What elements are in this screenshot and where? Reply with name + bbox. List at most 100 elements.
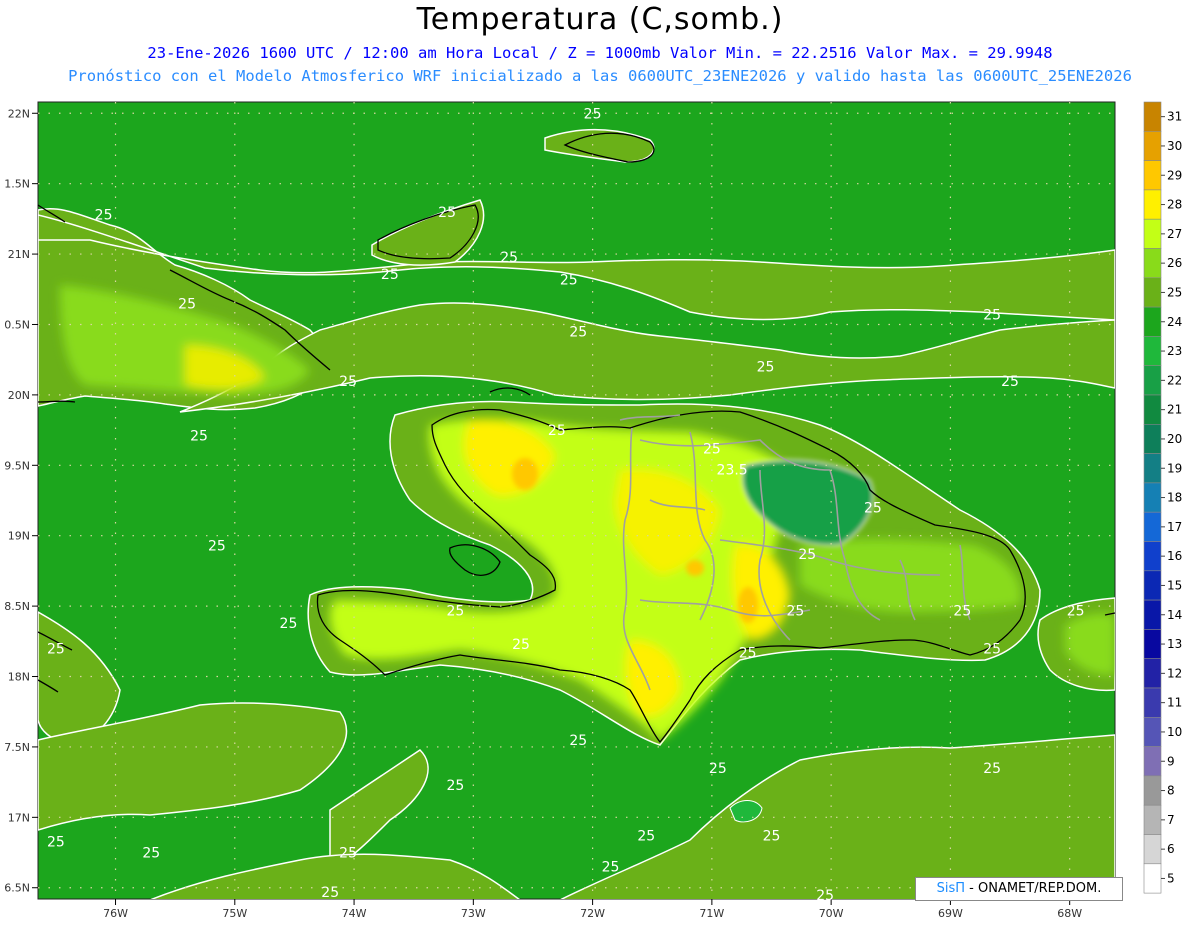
hot-spot-central-valley	[738, 587, 758, 623]
lon-tick-label: 73W	[461, 907, 486, 920]
colorbar-label: 8	[1167, 784, 1175, 798]
colorbar-cell	[1143, 453, 1162, 484]
lat-tick-label: 7.5N	[4, 741, 30, 754]
contour-label: 25	[280, 616, 298, 632]
colorbar-label: 5	[1167, 871, 1175, 885]
lon-tick-label: 68W	[1057, 907, 1082, 920]
colorbar-label: 27	[1167, 227, 1182, 241]
lat-tick-label: 9.5N	[4, 459, 30, 472]
lat-tick-label: 0.5N	[4, 318, 30, 331]
colorbar-cell	[1143, 804, 1162, 835]
lat-tick-label: 20N	[8, 389, 30, 402]
contour-label: 25	[447, 603, 465, 619]
contour-label: 25	[637, 829, 655, 845]
colorbar-cell	[1143, 775, 1162, 806]
contour-label: 25	[339, 374, 357, 390]
contour-label: 25	[47, 641, 65, 657]
colorbar-cell	[1143, 599, 1162, 630]
colorbar-cell	[1143, 423, 1162, 454]
contour-label: 25	[709, 761, 727, 777]
colorbar-label: 9	[1167, 754, 1175, 768]
colorbar-cell	[1143, 277, 1162, 308]
colorbar-label: 31	[1167, 110, 1182, 124]
contour-label: 25	[548, 423, 566, 439]
colorbar-cell	[1143, 131, 1162, 161]
colorbar-cell	[1143, 218, 1162, 249]
colorbar-label: 19	[1167, 461, 1182, 475]
colorbar-label: 20	[1167, 432, 1182, 446]
colorbar-cell	[1143, 746, 1162, 777]
colorbar-cell	[1143, 482, 1162, 513]
colorbar-cell	[1143, 658, 1162, 689]
lat-tick-label: 22N	[8, 107, 30, 120]
lat-tick-label: 21N	[8, 248, 30, 261]
colorbar-label: 24	[1167, 315, 1182, 329]
contour-label: 25	[816, 888, 834, 904]
contour-label: 25	[208, 539, 226, 555]
contour-label: 25	[560, 272, 578, 288]
contour-label: 25	[983, 761, 1001, 777]
colorbar-cell	[1143, 189, 1162, 220]
colorbar-cell	[1143, 365, 1162, 396]
colorbar-label: 12	[1167, 666, 1182, 680]
credit-text: - ONAMET/REP.DOM.	[965, 881, 1102, 896]
colorbar-cell	[1143, 306, 1162, 337]
colorbar-label: 17	[1167, 520, 1182, 534]
contour-label: 25	[602, 860, 620, 876]
colorbar-label: 30	[1167, 139, 1182, 153]
longitude-labels: 76W 75W 74W 73W 72W 71W 70W 69W 68W	[103, 907, 1082, 920]
colorbar-cell	[1143, 511, 1162, 542]
contour-label: 25	[569, 733, 587, 749]
contour-label: 25	[438, 205, 456, 221]
contour-label: 25	[47, 834, 65, 850]
colorbar-label: 16	[1167, 549, 1182, 563]
colorbar-cell	[1143, 394, 1162, 425]
colorbar-label: 18	[1167, 491, 1182, 505]
latitude-labels: 22N 1.5N 21N 0.5N 20N 9.5N 19N 8.5N 18N 7.5N 17N 6.…	[4, 107, 30, 894]
lon-tick-label: 75W	[222, 907, 247, 920]
colorbar-label: 10	[1167, 725, 1182, 739]
lon-tick-label: 69W	[938, 907, 963, 920]
lon-tick-label: 76W	[103, 907, 128, 920]
colorbar-label: 7	[1167, 813, 1175, 827]
lon-tick-label: 70W	[819, 907, 844, 920]
colorbar-cell	[1143, 101, 1162, 132]
contour-label: 25	[739, 646, 757, 662]
colorbar-label: 25	[1167, 285, 1182, 299]
colorbar-cell	[1143, 834, 1162, 865]
contour-label: 25	[95, 208, 113, 224]
lon-tick-label: 72W	[580, 907, 605, 920]
contour-label: 25	[763, 829, 781, 845]
lat-tick-label: 18N	[8, 671, 30, 684]
contour-label: 25	[178, 296, 196, 312]
contour-label: 25	[512, 637, 530, 653]
hot-spot-gonaives	[512, 458, 538, 490]
lat-tick-label: 17N	[8, 811, 30, 824]
sispi-brand: SisΠ	[936, 881, 966, 896]
contour-label: 25	[798, 547, 816, 563]
lat-tick-label: 6.5N	[4, 882, 30, 895]
contour-label: 25	[757, 360, 775, 376]
contour-label: 25	[190, 429, 208, 445]
contour-label: 25	[321, 885, 339, 901]
lon-tick-label: 74W	[342, 907, 367, 920]
contour-label: 25	[142, 846, 160, 862]
contour-label: 25	[1001, 374, 1019, 390]
colorbar-cell	[1143, 336, 1162, 366]
contour-label: 25	[381, 267, 399, 283]
colorbar-cell	[1143, 248, 1162, 279]
colorbar-label: 29	[1167, 168, 1182, 182]
colorbar-label: 6	[1167, 842, 1175, 856]
contour-label: 25	[703, 441, 721, 457]
colorbar-cell	[1143, 687, 1162, 718]
colorbar-label: 23	[1167, 344, 1182, 358]
contour-label: 25	[569, 325, 587, 341]
contour-label: 23.5	[717, 463, 748, 479]
contour-label: 25	[1067, 603, 1085, 619]
colorbar-label: 13	[1167, 637, 1182, 651]
hot-spot-west	[686, 560, 704, 576]
credit-box: SisΠ - ONAMET/REP.DOM.	[915, 877, 1123, 901]
contour-label: 25	[864, 501, 882, 517]
contour-label: 25	[983, 641, 1001, 657]
colorbar-legend: 31 30 29 28 27 26 25 24 23 22 21 20 19 18 17 16 15 14 13 12…	[1143, 101, 1182, 894]
